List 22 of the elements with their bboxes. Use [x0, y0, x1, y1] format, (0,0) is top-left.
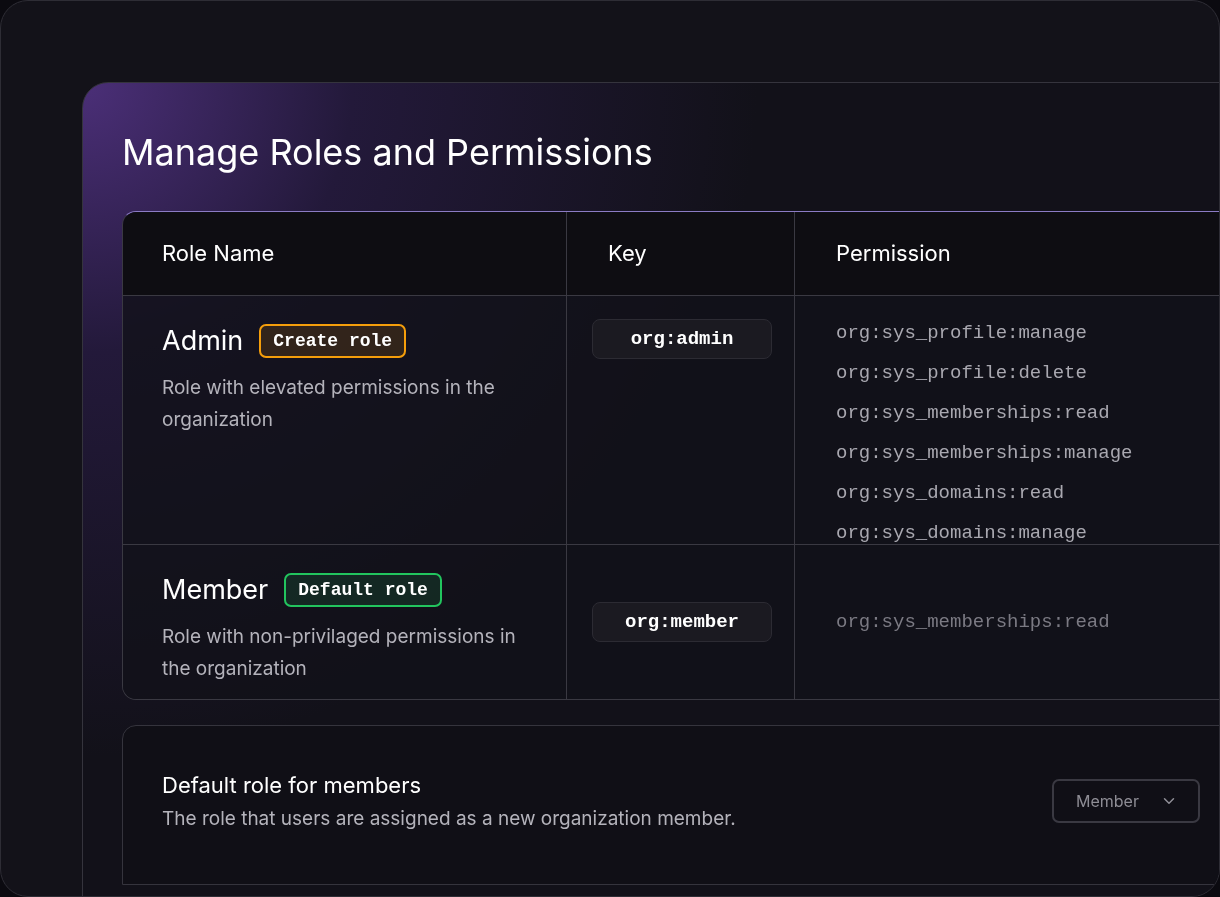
permission-text: org:sys_memberships:read	[836, 611, 1111, 633]
permission-text: org:sys_domains:manage	[836, 522, 1088, 544]
permission-text: org:sys_profile:delete	[836, 362, 1088, 384]
permission-text: org:sys_memberships:read	[836, 402, 1111, 424]
column-header: Permission	[835, 239, 952, 268]
role-key: org:admin	[592, 319, 772, 359]
page-title: Manage Roles and Permissions	[122, 131, 654, 173]
role-description: Role with elevated permissions in the organization	[162, 375, 496, 433]
role-tag: Create role	[259, 324, 407, 358]
section-title: Default role for members	[162, 771, 423, 800]
permission-text: org:sys_memberships:manage	[836, 442, 1134, 464]
role-tag: Default role	[284, 573, 442, 607]
column-header: Role Name	[123, 212, 567, 295]
role-dropdown[interactable]: Member	[1052, 779, 1200, 823]
role-name: Member	[162, 573, 269, 607]
section-description: The role that users are assigned as a new organization member.	[162, 806, 737, 832]
permission-text: org:sys_domains:read	[836, 482, 1066, 504]
role-name: Admin	[162, 324, 244, 358]
role-key: org:member	[592, 602, 772, 642]
column-header: Key	[567, 212, 795, 295]
role-description: Role with non-privilaged permissions in the organization	[162, 624, 517, 682]
permission-text: org:sys_profile:manage	[836, 322, 1088, 344]
